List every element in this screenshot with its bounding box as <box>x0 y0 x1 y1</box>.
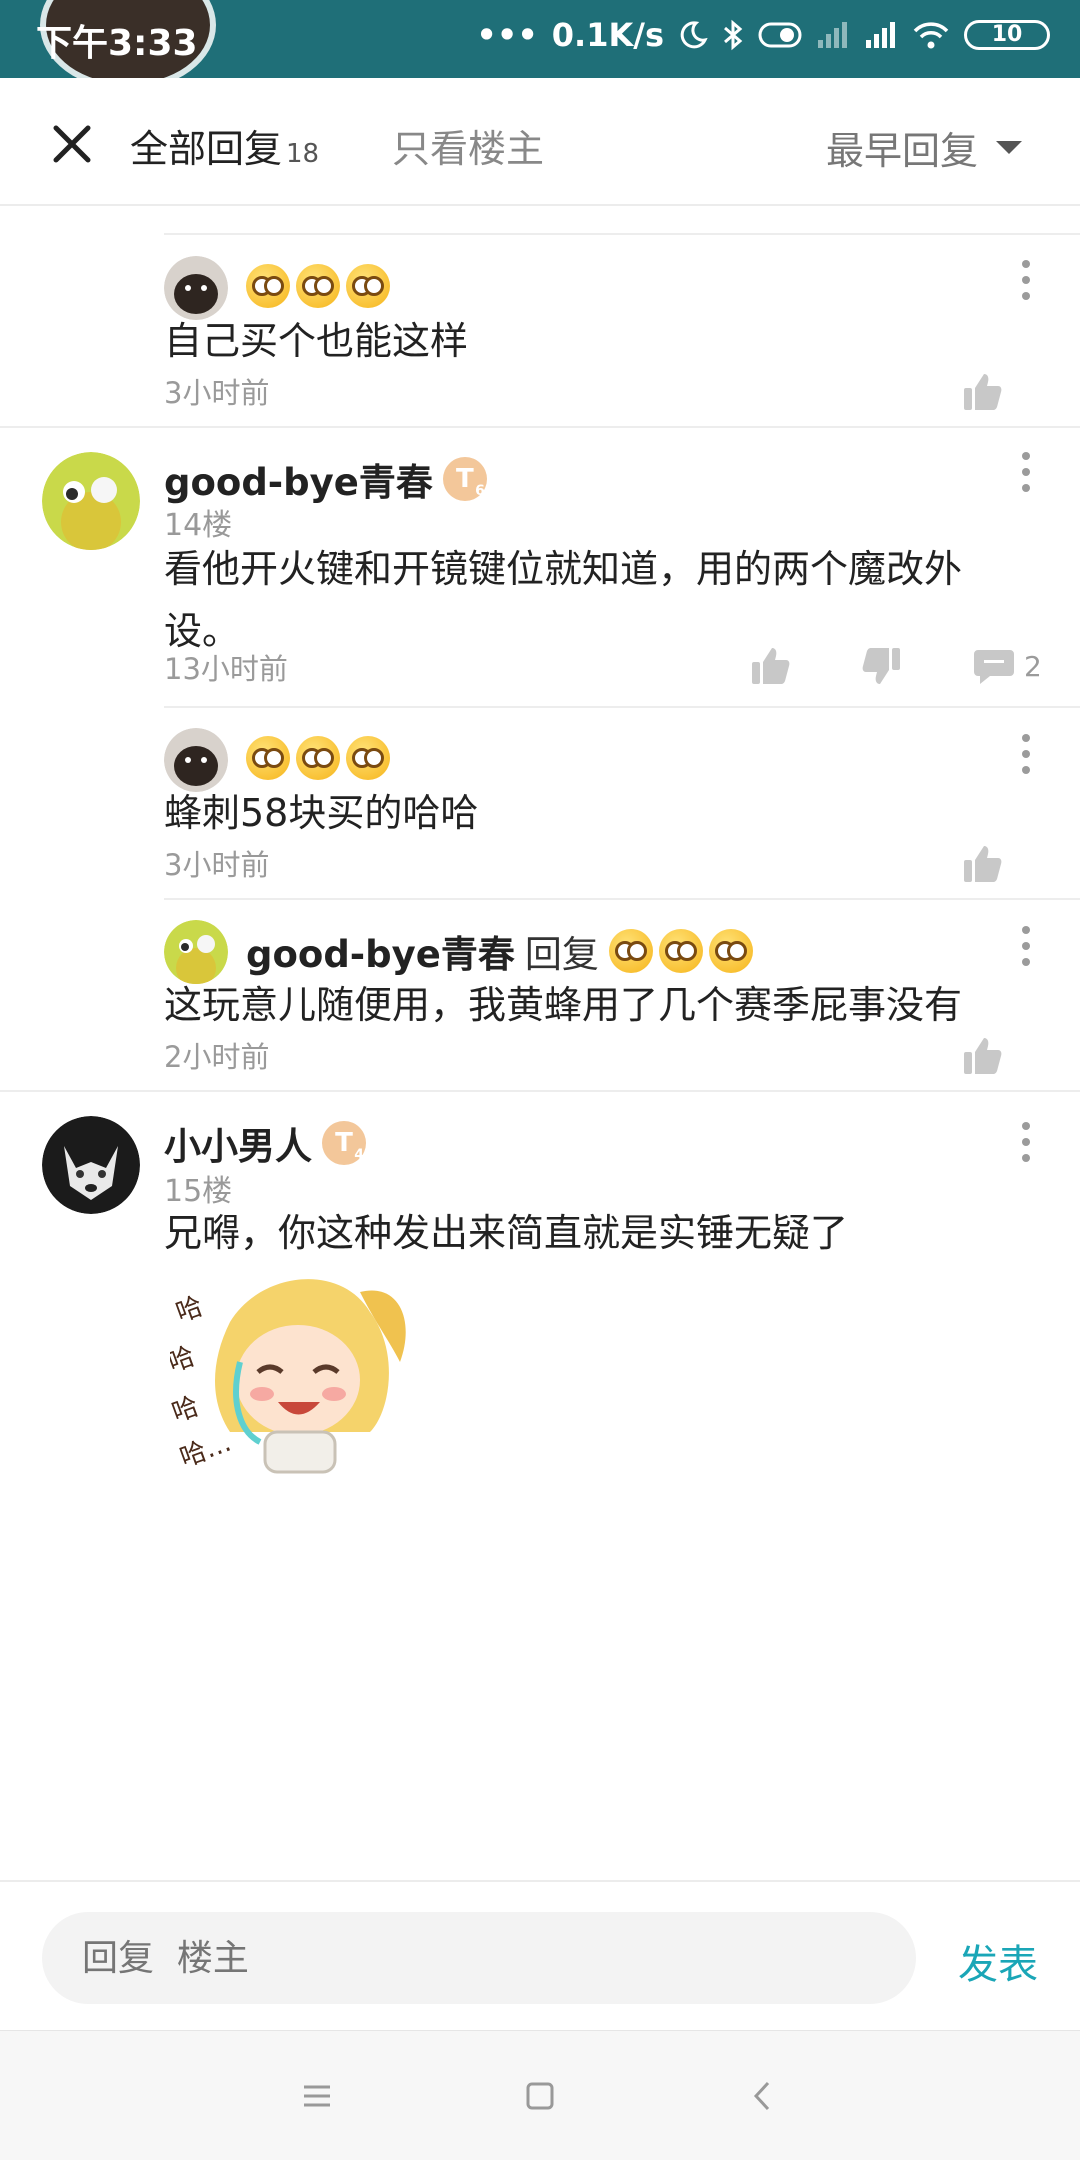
like-button[interactable] <box>960 370 1004 414</box>
user-name-emoji[interactable] <box>246 264 390 308</box>
sheet-header: 全部回复 18 只看楼主 最早回复 <box>0 78 1080 206</box>
like-icon <box>752 648 790 684</box>
more-button[interactable] <box>1016 734 1036 774</box>
sort-dropdown[interactable]: 最早回复 <box>826 120 1022 175</box>
comment-time: 13小时前 <box>164 652 288 686</box>
tab-all-replies[interactable]: 全部回复 18 <box>130 118 319 173</box>
reply-input[interactable] <box>42 1912 916 2004</box>
comment-button[interactable]: 2 <box>972 644 1042 688</box>
system-nav-bar <box>0 2030 1080 2160</box>
more-button[interactable] <box>1016 452 1036 492</box>
laughing-girl-sticker-icon: 哈 哈 哈 哈… <box>164 1279 406 1474</box>
flushed-emoji-icon <box>658 929 703 973</box>
divider <box>0 1090 1080 1092</box>
wifi-icon <box>913 22 949 49</box>
tab-all-label: 全部回复 <box>130 127 283 171</box>
flushed-emoji-icon <box>296 736 340 780</box>
comment-sheet: 全部回复 18 只看楼主 最早回复 自己买个也能这样 3小时前 good-bye青… <box>0 78 1080 2056</box>
back-button[interactable] <box>738 2071 788 2121</box>
flushed-emoji-icon <box>608 929 653 973</box>
more-button[interactable] <box>1016 1122 1036 1162</box>
user-name-text: good-bye青春 <box>164 461 433 504</box>
flushed-emoji-icon <box>296 264 340 308</box>
home-button[interactable] <box>515 2071 565 2121</box>
user-name-text: 小小男人 <box>164 1125 312 1168</box>
sticker-image[interactable]: 哈 哈 哈 哈… <box>164 1262 420 1492</box>
svg-text:哈: 哈 <box>170 1341 199 1378</box>
svg-text:哈: 哈 <box>172 1291 207 1328</box>
flushed-emoji-icon <box>246 264 290 308</box>
reply-label: 回复 <box>524 933 599 976</box>
status-icons: ••• 0.1K/s 10 <box>476 16 1050 54</box>
divider <box>0 426 1080 428</box>
user-name[interactable]: good-bye青春 T6 <box>164 452 487 506</box>
like-button[interactable] <box>748 644 792 688</box>
close-button[interactable] <box>44 116 100 172</box>
like-icon <box>964 374 1002 410</box>
status-bar: 下午3:33 ••• 0.1K/s 10 <box>0 0 1080 90</box>
dislike-button[interactable] <box>860 644 904 688</box>
bluetooth-icon <box>724 19 743 51</box>
reply-time: 3小时前 <box>164 848 270 882</box>
like-icon <box>964 1038 1002 1074</box>
send-button[interactable]: 发表 <box>958 1932 1038 1990</box>
reply-text: 自己买个也能这样 <box>164 319 469 363</box>
menu-icon <box>304 2085 330 2107</box>
svg-text:哈: 哈 <box>170 1391 203 1428</box>
user-name[interactable]: good-bye青春 回复 <box>246 924 753 978</box>
network-speed: 0.1K/s <box>551 16 664 54</box>
dots-icon: ••• <box>476 16 538 54</box>
level-badge: T6 <box>442 457 487 501</box>
tab-owner-only[interactable]: 只看楼主 <box>392 118 544 173</box>
like-icon <box>964 846 1002 882</box>
close-icon <box>53 125 91 163</box>
back-icon <box>753 2081 770 2111</box>
moon-icon <box>680 21 708 49</box>
more-button[interactable] <box>1016 926 1036 966</box>
reply-time: 2小时前 <box>164 1040 270 1074</box>
divider <box>164 233 1080 235</box>
signal-muted-icon <box>818 22 847 48</box>
more-button[interactable] <box>1016 260 1036 300</box>
signal-icon <box>866 22 895 48</box>
reply-text: 蜂刺58块买的哈哈 <box>164 791 479 835</box>
reply-target[interactable] <box>608 929 753 973</box>
level-badge: T4 <box>322 1121 366 1165</box>
like-button[interactable] <box>960 1034 1004 1078</box>
sub-reply-count: 2 <box>1024 649 1042 683</box>
avatar[interactable] <box>42 1116 140 1214</box>
reply-bar: 发表 <box>0 1880 1080 2028</box>
comment-icon <box>974 650 1014 684</box>
flushed-emoji-icon <box>708 929 753 973</box>
flushed-emoji-icon <box>246 736 290 780</box>
battery-icon: 10 <box>964 20 1050 50</box>
chevron-down-icon <box>996 141 1022 154</box>
avatar[interactable] <box>42 452 140 550</box>
dislike-icon <box>862 648 900 684</box>
user-name-text: good-bye青春 <box>246 933 515 976</box>
reply-count: 18 <box>286 139 320 169</box>
comment-text: 兄嘚，你这种发出来简直就是实锤无疑了 <box>164 1211 849 1255</box>
toggle-icon <box>758 22 802 48</box>
sort-label: 最早回复 <box>825 129 978 173</box>
home-icon <box>526 2082 554 2110</box>
user-name-emoji[interactable] <box>246 736 390 780</box>
divider <box>164 706 1080 708</box>
flushed-emoji-icon <box>346 736 390 780</box>
status-time: 下午3:33 <box>36 23 198 64</box>
menu-button[interactable] <box>292 2071 342 2121</box>
reply-time: 3小时前 <box>164 376 270 410</box>
reply-text: 这玩意儿随便用，我黄蜂用了几个赛季屁事没有 <box>164 983 963 1027</box>
divider <box>164 898 1080 900</box>
flushed-emoji-icon <box>346 264 390 308</box>
like-button[interactable] <box>960 842 1004 886</box>
user-name[interactable]: 小小男人 T4 <box>164 1116 366 1170</box>
svg-text:哈…: 哈… <box>176 1428 235 1474</box>
